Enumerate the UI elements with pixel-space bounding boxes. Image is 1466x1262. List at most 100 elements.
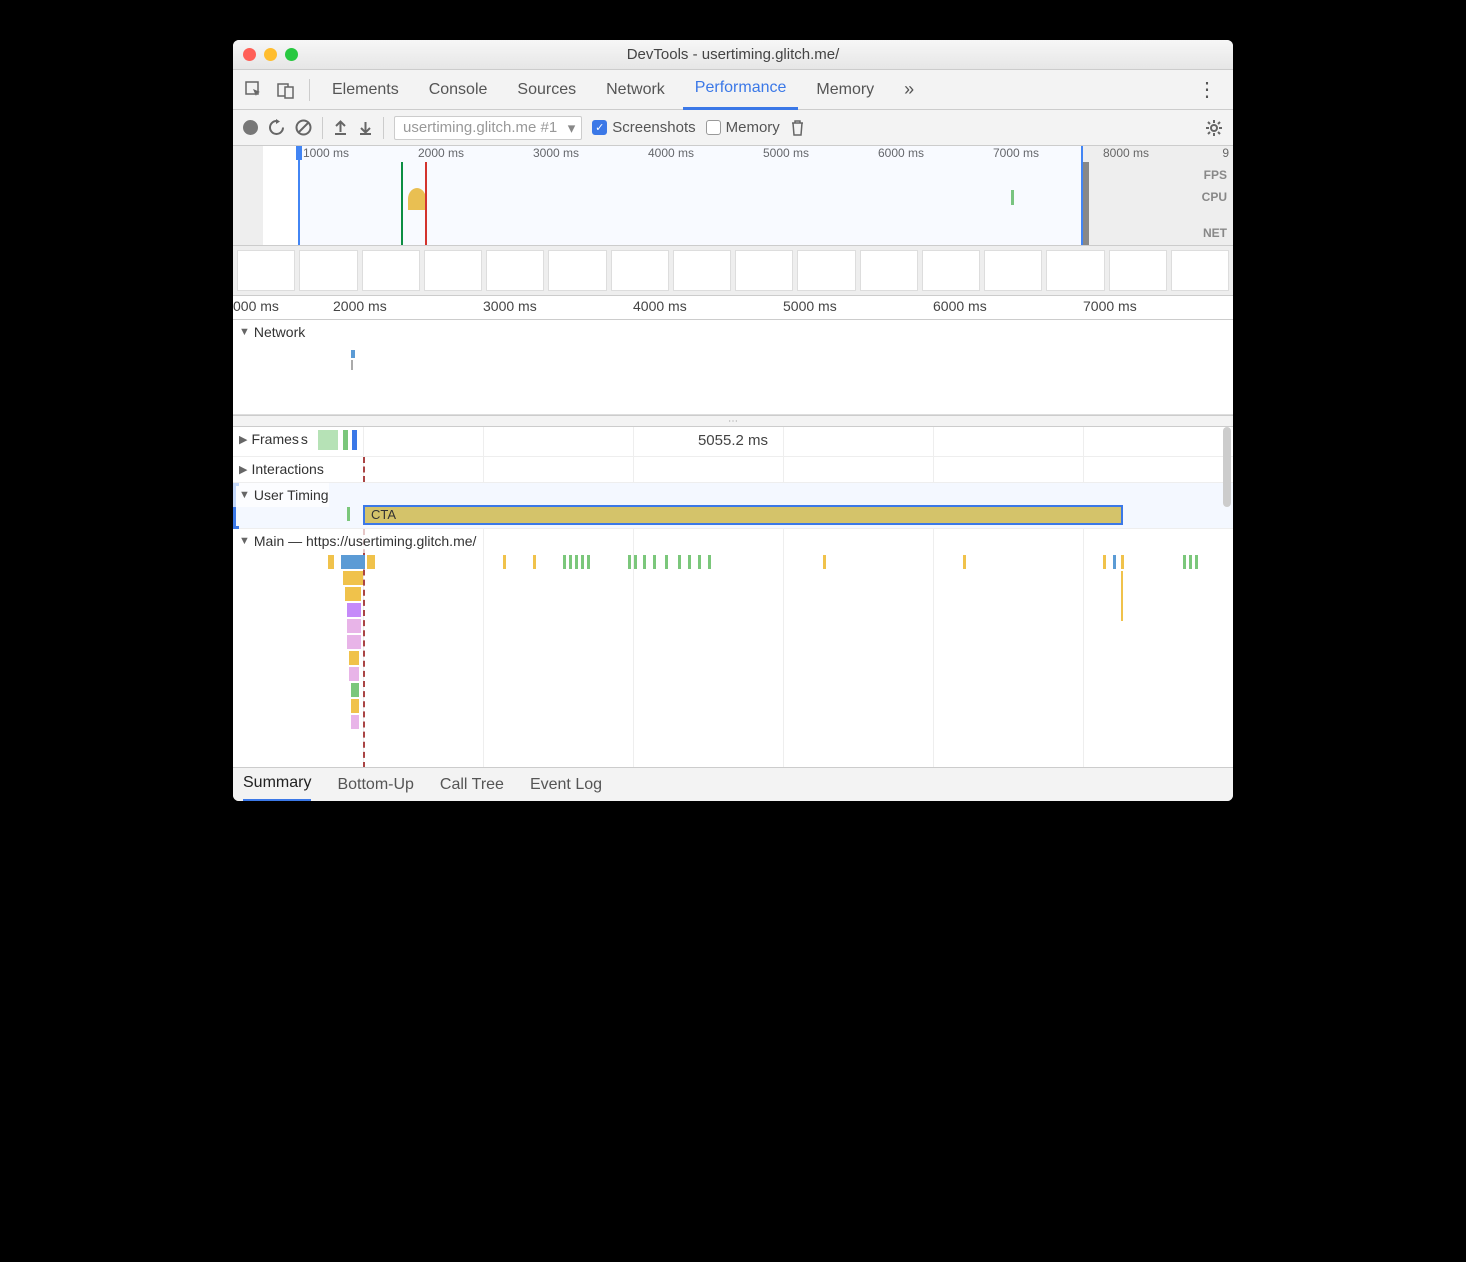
flame-event[interactable]: [665, 555, 668, 569]
filmstrip-frame[interactable]: [735, 250, 793, 291]
tab-call-tree[interactable]: Call Tree: [440, 768, 504, 802]
flame-event[interactable]: [581, 555, 584, 569]
load-profile-icon[interactable]: [333, 120, 348, 135]
screenshots-toggle[interactable]: ✓ Screenshots: [592, 119, 695, 136]
memory-toggle[interactable]: Memory: [706, 119, 780, 136]
flame-event[interactable]: [503, 555, 506, 569]
flame-event[interactable]: [1121, 555, 1124, 569]
tab-elements[interactable]: Elements: [320, 70, 411, 110]
flame-event[interactable]: [823, 555, 826, 569]
flame-event[interactable]: [628, 555, 631, 569]
tab-memory[interactable]: Memory: [804, 70, 886, 110]
flame-event[interactable]: [351, 715, 359, 729]
more-tabs-button[interactable]: »: [898, 79, 920, 100]
settings-gear-icon[interactable]: [1205, 119, 1223, 137]
flame-event[interactable]: [347, 603, 361, 617]
user-timing-header[interactable]: ▼User Timing: [233, 483, 329, 507]
flame-event[interactable]: [643, 555, 646, 569]
filmstrip-frame[interactable]: [1046, 250, 1104, 291]
flame-event[interactable]: [1189, 555, 1192, 569]
garbage-collect-icon[interactable]: [790, 119, 805, 136]
screenshots-checkbox[interactable]: ✓: [592, 120, 607, 135]
timeline-overview[interactable]: 1000 ms 2000 ms 3000 ms 4000 ms 5000 ms …: [233, 146, 1233, 246]
flame-event[interactable]: [1183, 555, 1186, 569]
flame-event[interactable]: [343, 571, 363, 585]
timing-mark[interactable]: [347, 507, 350, 521]
tab-console[interactable]: Console: [417, 70, 500, 110]
network-request[interactable]: [351, 360, 353, 370]
filmstrip-frame[interactable]: [362, 250, 420, 291]
flamechart-ruler[interactable]: 000 ms 2000 ms 3000 ms 4000 ms 5000 ms 6…: [233, 296, 1233, 320]
filmstrip-frame[interactable]: [611, 250, 669, 291]
clear-icon[interactable]: [295, 119, 312, 136]
flame-event[interactable]: [708, 555, 711, 569]
flame-event[interactable]: [688, 555, 691, 569]
save-profile-icon[interactable]: [358, 120, 373, 135]
recording-select[interactable]: usertiming.glitch.me #1: [394, 116, 582, 140]
frames-header[interactable]: ▶Framess: [233, 427, 308, 451]
flame-event[interactable]: [349, 667, 359, 681]
filmstrip-frame[interactable]: [797, 250, 855, 291]
filmstrip-frame[interactable]: [1171, 250, 1229, 291]
flamechart-tracks[interactable]: ▶Framess 5055.2 ms ▶Interactions ▼User T…: [233, 427, 1233, 767]
filmstrip-frame[interactable]: [860, 250, 918, 291]
tab-performance[interactable]: Performance: [683, 70, 799, 110]
flame-event[interactable]: [575, 555, 578, 569]
memory-checkbox[interactable]: [706, 120, 721, 135]
flame-event[interactable]: [328, 555, 334, 569]
main-header[interactable]: ▼Main — https://usertiming.glitch.me/: [233, 529, 476, 553]
flame-event[interactable]: [653, 555, 656, 569]
flame-event[interactable]: [634, 555, 637, 569]
filmstrip-frame[interactable]: [548, 250, 606, 291]
user-timing-measure-cta[interactable]: CTA: [363, 505, 1123, 525]
inspect-element-icon[interactable]: [241, 77, 267, 103]
flame-event[interactable]: [1195, 555, 1198, 569]
flame-event[interactable]: [347, 619, 361, 633]
flame-event[interactable]: [345, 587, 361, 601]
tab-network[interactable]: Network: [594, 70, 677, 110]
flame-event[interactable]: [1113, 555, 1116, 569]
flame-event[interactable]: [347, 635, 361, 649]
selection-handle-right[interactable]: [1083, 162, 1089, 245]
filmstrip-frame[interactable]: [424, 250, 482, 291]
flame-event[interactable]: [351, 683, 359, 697]
filmstrip-frame[interactable]: [299, 250, 357, 291]
flame-event[interactable]: [533, 555, 536, 569]
vertical-scrollbar[interactable]: [1223, 427, 1231, 507]
tab-bottom-up[interactable]: Bottom-Up: [337, 768, 413, 802]
tab-sources[interactable]: Sources: [505, 70, 588, 110]
overview-selection[interactable]: [298, 146, 1083, 245]
device-toolbar-icon[interactable]: [273, 77, 299, 103]
interactions-header[interactable]: ▶Interactions: [233, 457, 324, 481]
kebab-menu-icon[interactable]: ⋮: [1189, 77, 1225, 102]
network-body[interactable]: [233, 344, 1233, 414]
filmstrip-frame[interactable]: [237, 250, 295, 291]
flame-event[interactable]: [963, 555, 966, 569]
filmstrip-frame[interactable]: [984, 250, 1042, 291]
filmstrip-frame[interactable]: [922, 250, 980, 291]
flame-event[interactable]: [1103, 555, 1106, 569]
flame-event[interactable]: [563, 555, 566, 569]
tab-event-log[interactable]: Event Log: [530, 768, 602, 802]
filmstrip-frame[interactable]: [673, 250, 731, 291]
flame-event[interactable]: [569, 555, 572, 569]
flame-event[interactable]: [678, 555, 681, 569]
tab-summary[interactable]: Summary: [243, 768, 311, 802]
network-request[interactable]: [351, 350, 355, 358]
network-header[interactable]: ▼Network: [233, 320, 1233, 344]
record-button[interactable]: [243, 120, 258, 135]
flame-event[interactable]: [351, 699, 359, 713]
screenshot-filmstrip[interactable]: [233, 246, 1233, 296]
splitter[interactable]: ⋯: [233, 415, 1233, 427]
filmstrip-frame[interactable]: [486, 250, 544, 291]
flame-event[interactable]: [1121, 571, 1123, 621]
flame-event[interactable]: [587, 555, 590, 569]
filmstrip-frame[interactable]: [1109, 250, 1167, 291]
flame-event[interactable]: [367, 555, 375, 569]
flame-event[interactable]: [349, 651, 359, 665]
selection-handle-left[interactable]: [296, 146, 302, 160]
flame-event[interactable]: [698, 555, 701, 569]
flame-event[interactable]: [341, 555, 365, 569]
overview-main[interactable]: 1000 ms 2000 ms 3000 ms 4000 ms 5000 ms …: [263, 146, 1083, 245]
reload-icon[interactable]: [268, 119, 285, 136]
